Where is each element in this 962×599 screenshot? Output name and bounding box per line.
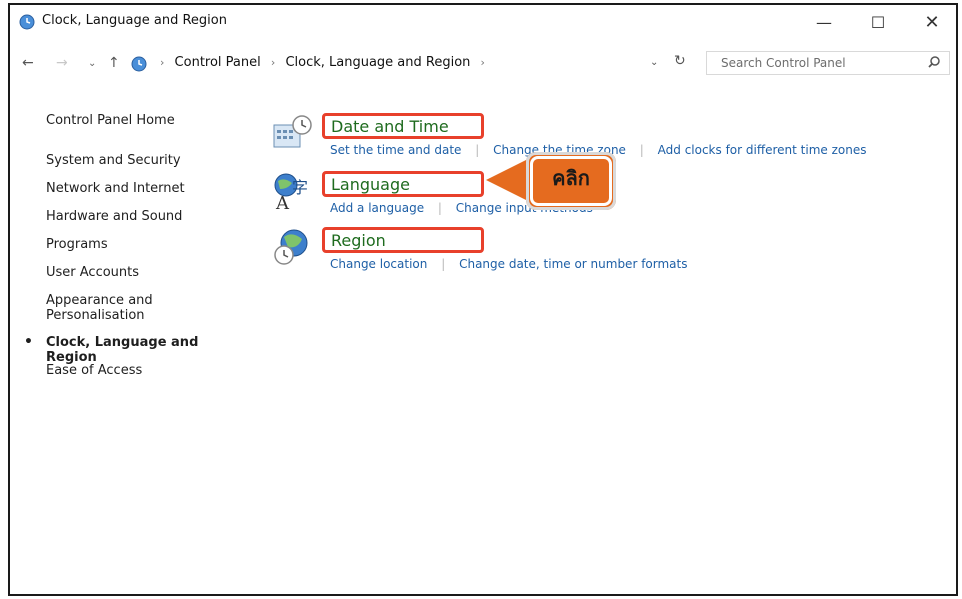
link-add-clocks[interactable]: Add clocks for different time zones [658, 143, 867, 157]
link-change-formats[interactable]: Change date, time or number formats [459, 257, 687, 271]
link-change-location[interactable]: Change location [330, 257, 427, 271]
maximize-button[interactable]: ☐ [858, 10, 898, 36]
back-button[interactable]: ← [22, 55, 34, 71]
date-time-title[interactable]: Date and Time [331, 117, 449, 136]
link-separator: | [639, 143, 644, 157]
breadcrumb-separator[interactable]: › [481, 56, 485, 69]
click-callout: คลิก [526, 152, 616, 210]
language-highlight: Language [322, 171, 484, 197]
sidebar-item-system-security[interactable]: System and Security [46, 153, 181, 168]
region-title[interactable]: Region [331, 231, 386, 250]
address-bar-row: ← → ⌄ ↑ › Control Panel › Clock, Languag… [10, 47, 956, 79]
sidebar-item-user-accounts[interactable]: User Accounts [46, 265, 139, 280]
region-links: Change location | Change date, time or n… [330, 257, 687, 271]
link-add-language[interactable]: Add a language [330, 201, 424, 215]
recent-locations-dropdown[interactable]: ⌄ [88, 58, 96, 69]
sidebar-item-ease-of-access[interactable]: Ease of Access [46, 363, 142, 378]
callout-arrow-icon [486, 160, 526, 200]
language-title[interactable]: Language [331, 175, 410, 194]
link-separator: | [441, 257, 446, 271]
minimize-button[interactable]: — [804, 10, 844, 36]
date-time-highlight: Date and Time [322, 113, 484, 139]
callout-text: คลิก [552, 166, 590, 190]
up-button[interactable]: ↑ [108, 55, 120, 71]
window: Clock, Language and Region — ☐ ✕ ← → ⌄ ↑… [8, 3, 958, 596]
address-dropdown[interactable]: ⌄ [650, 57, 658, 68]
sidebar-item-programs[interactable]: Programs [46, 237, 108, 252]
sidebar-item-label: Clock, Language and Region [46, 335, 199, 365]
globe-clock-icon [274, 229, 308, 265]
window-title: Clock, Language and Region [42, 13, 227, 28]
breadcrumb-separator: › [160, 56, 165, 69]
search-input[interactable]: Search Control Panel [706, 51, 950, 75]
calendar-clock-icon [273, 115, 312, 148]
title-bar: Clock, Language and Region — ☐ ✕ [10, 5, 956, 39]
sidebar-item-appearance-personalisation[interactable]: Appearance and Personalisation [46, 293, 196, 323]
svg-text:字: 字 [292, 178, 308, 197]
link-separator: | [475, 143, 480, 157]
svg-text:A: A [275, 193, 290, 211]
breadcrumb-control-panel[interactable]: Control Panel [175, 55, 261, 70]
control-panel-icon [131, 56, 147, 72]
sidebar-item-control-panel-home[interactable]: Control Panel Home [46, 113, 175, 128]
close-button[interactable]: ✕ [912, 10, 952, 36]
link-set-time-date[interactable]: Set the time and date [330, 143, 461, 157]
sidebar-item-hardware-sound[interactable]: Hardware and Sound [46, 209, 182, 224]
refresh-button[interactable]: ↻ [674, 53, 686, 69]
region-highlight: Region [322, 227, 484, 253]
active-bullet-icon: • [24, 334, 33, 350]
breadcrumb-clock-language-region[interactable]: Clock, Language and Region [285, 55, 470, 70]
breadcrumb-separator: › [270, 56, 276, 69]
breadcrumb: › Control Panel › Clock, Language and Re… [154, 55, 491, 70]
link-separator: | [437, 201, 442, 215]
language-icon: A 字 [274, 173, 308, 211]
forward-button[interactable]: → [56, 55, 68, 71]
search-placeholder: Search Control Panel [721, 56, 846, 70]
clock-globe-icon [19, 14, 35, 30]
sidebar-item-network-internet[interactable]: Network and Internet [46, 181, 185, 196]
sidebar-item-clock-language-region[interactable]: • Clock, Language and Region [24, 335, 250, 366]
search-icon[interactable] [927, 55, 941, 69]
